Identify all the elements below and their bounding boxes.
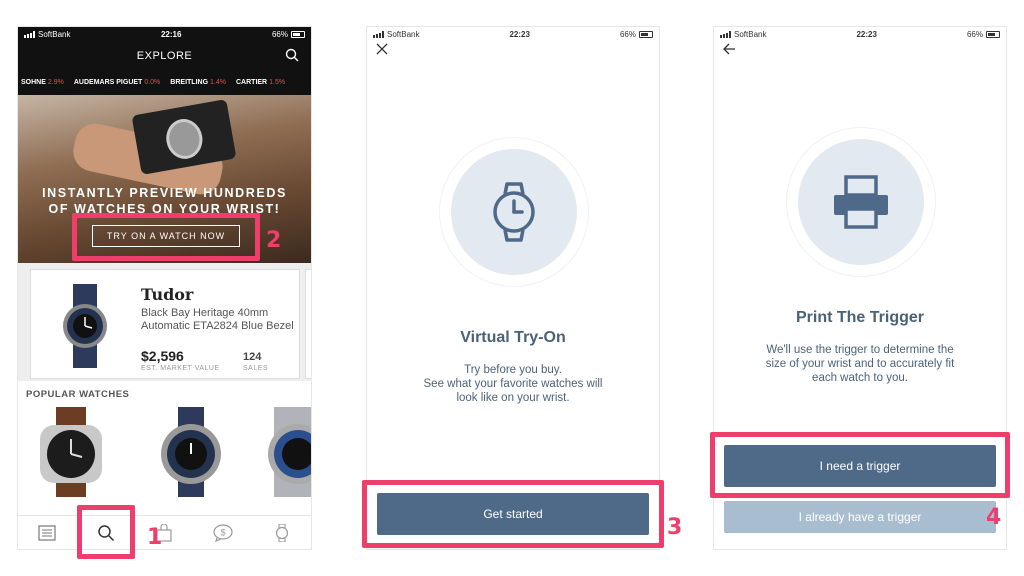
highlight-need-trigger <box>710 432 1010 498</box>
battery-icon <box>985 31 1000 38</box>
battery-percent: 66% <box>619 30 636 39</box>
highlight-get-started <box>362 480 664 548</box>
carrier: SoftBank <box>38 30 71 39</box>
watch-price: $2,596 <box>141 348 184 364</box>
sales-label: SALES <box>243 365 269 372</box>
brand-ticker: SOHNE 2.9% AUDEMARS PIGUET 0.0% BREITLING 1… <box>18 69 311 95</box>
battery-percent: 66% <box>271 30 288 39</box>
highlight-search-tab <box>77 505 135 559</box>
illustration-circle <box>451 149 577 275</box>
screen-description: We'll use the trigger to determine the s… <box>765 344 955 384</box>
highlight-try-on-button <box>72 213 260 261</box>
ticker-item[interactable]: SOHNE 2.9% <box>21 79 64 86</box>
ticker-item[interactable]: BREITLING 1.4% <box>170 79 226 86</box>
watch-brand: Tudor <box>141 285 194 304</box>
sales-count: 124 <box>243 351 262 363</box>
top-nav <box>714 42 1006 58</box>
virtual-tryon-screen: SoftBank 22:23 66% Virtual Try-On Try be… <box>366 26 660 550</box>
clock: 22:23 <box>509 30 530 39</box>
featured-watch-card[interactable]: Tudor Black Bay Heritage 40mm Automatic … <box>30 269 300 379</box>
step-number-2: 2 <box>266 228 282 253</box>
status-bar: SoftBank 22:23 66% <box>367 27 659 42</box>
have-trigger-button[interactable]: I already have a trigger <box>724 501 996 533</box>
watch-image <box>63 284 107 368</box>
next-card-edge[interactable] <box>305 269 311 379</box>
tab-bar: $ <box>18 515 311 549</box>
featured-carousel: Tudor Black Bay Heritage 40mm Automatic … <box>18 263 311 381</box>
news-icon[interactable] <box>32 518 62 548</box>
section-title: POPULAR WATCHES <box>26 388 130 400</box>
top-nav <box>367 42 659 58</box>
status-bar: SoftBank 22:16 66% <box>18 27 311 42</box>
watch-icon[interactable] <box>267 518 297 548</box>
signal-icon <box>24 31 35 38</box>
illustration-ring <box>786 127 936 277</box>
popular-watch-2[interactable] <box>146 407 236 497</box>
signal-icon <box>720 31 731 38</box>
popular-watch-3[interactable] <box>258 407 312 497</box>
illustration-circle <box>798 139 924 265</box>
price-label: EST. MARKET VALUE <box>141 365 220 372</box>
watch-icon <box>493 182 535 242</box>
printer-icon <box>834 175 888 229</box>
ticker-item[interactable]: CARTIER 1.5% <box>236 79 285 86</box>
carrier: SoftBank <box>387 30 420 39</box>
battery-icon <box>290 31 305 38</box>
ticker-item[interactable]: AUDEMARS PIGUET 0.0% <box>74 79 160 86</box>
header: EXPLORE <box>18 42 311 69</box>
popular-watch-1[interactable] <box>26 407 116 497</box>
page-title: EXPLORE <box>136 49 193 62</box>
signal-icon <box>373 31 384 38</box>
battery-icon <box>638 31 653 38</box>
step-number-1: 1 <box>147 525 163 550</box>
back-arrow-icon[interactable] <box>723 42 736 60</box>
dollar-icon[interactable]: $ <box>208 518 238 548</box>
carrier: SoftBank <box>734 30 767 39</box>
step-number-3: 3 <box>667 515 683 540</box>
clock: 22:23 <box>856 30 877 39</box>
step-number-4: 4 <box>986 505 1002 530</box>
watch-description: Black Bay Heritage 40mm Automatic ETA282… <box>141 307 294 332</box>
search-icon[interactable] <box>285 48 299 65</box>
svg-text:$: $ <box>221 527 226 537</box>
screen-title: Virtual Try-On <box>460 329 566 346</box>
screen-description: Try before you buy. See what your favori… <box>423 364 603 404</box>
screen-title: Print The Trigger <box>795 309 924 326</box>
close-icon[interactable] <box>376 42 388 60</box>
status-bar: SoftBank 22:23 66% <box>714 27 1006 42</box>
explore-screen: SoftBank 22:16 66% EXPLORE SOHNE 2.9% AUD… <box>17 26 312 550</box>
popular-watches-list <box>18 403 311 498</box>
clock: 22:16 <box>160 30 182 39</box>
battery-percent: 66% <box>966 30 983 39</box>
illustration-ring <box>439 137 589 287</box>
